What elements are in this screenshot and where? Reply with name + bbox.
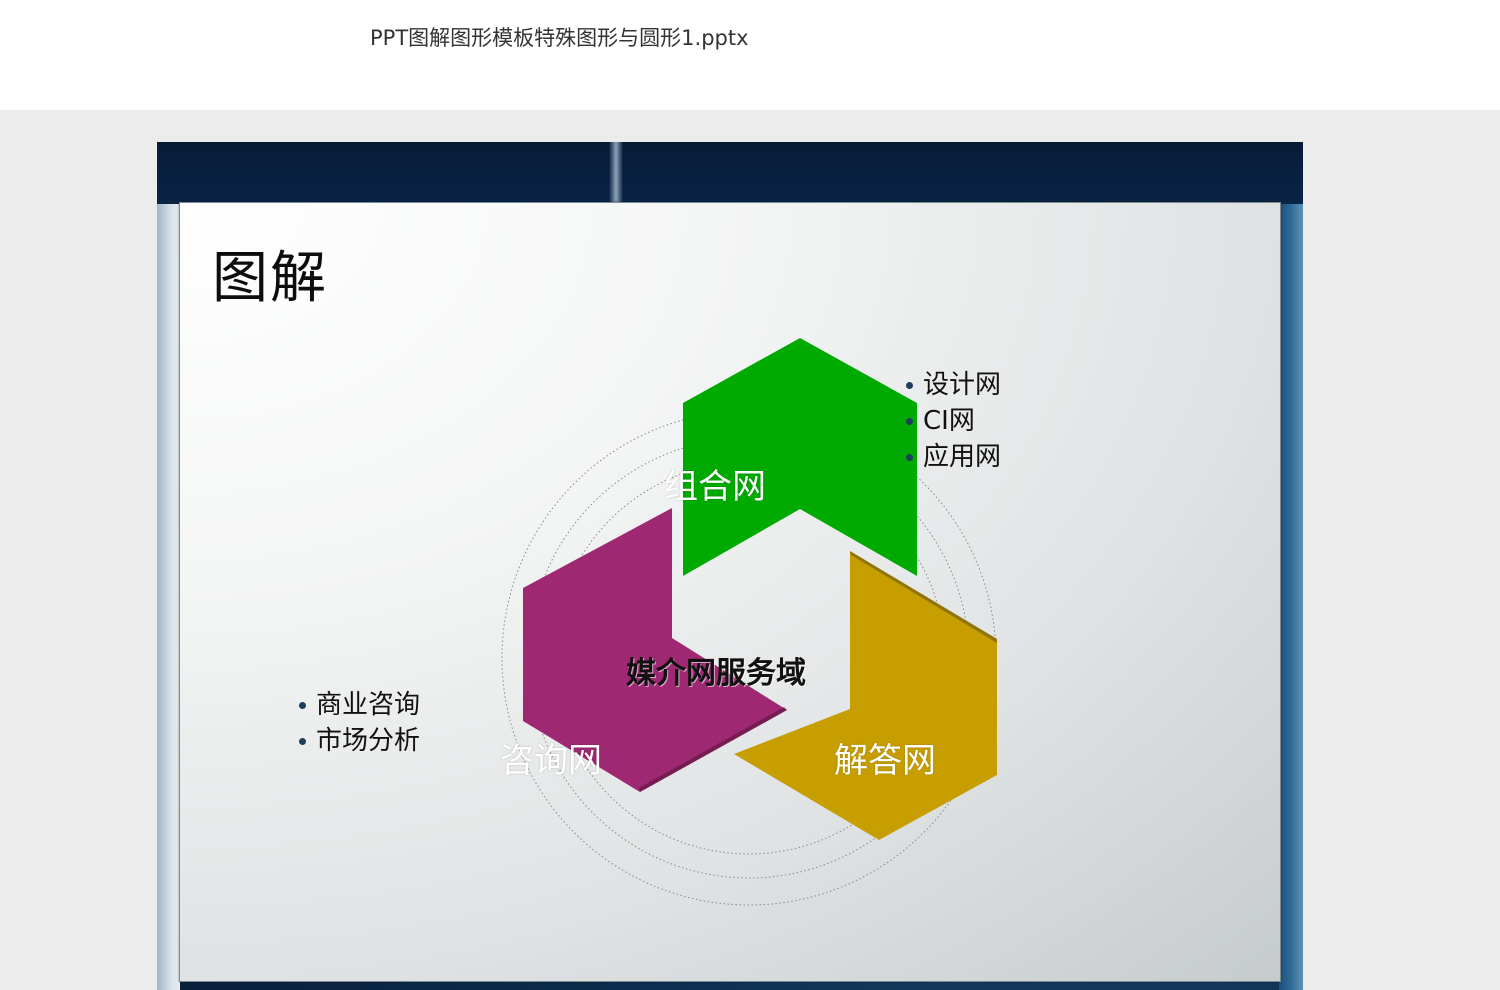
bullet-item: 市场分析	[299, 723, 420, 759]
center-label: 媒介网服务域	[626, 656, 806, 691]
slide-right-edge	[1279, 204, 1303, 990]
slide-top-band	[157, 142, 1303, 204]
segment-green	[683, 338, 917, 576]
segment-gold-label: 解答网	[834, 741, 936, 781]
light-streak	[609, 142, 623, 204]
bullet-dot	[299, 702, 306, 709]
bullet-dot	[906, 454, 913, 461]
segment-gold	[734, 551, 997, 840]
bullet-dot	[906, 418, 913, 425]
bullet-item: 应用网	[906, 439, 1001, 475]
segment-green-label: 组合网	[664, 467, 766, 507]
cycle-diagram	[501, 338, 997, 906]
content-panel: 图解 组合网 解答网 咨询网 媒介网服务域 设计网 CI网 应用网 商业咨询 市	[179, 202, 1281, 982]
bullet-dot	[299, 738, 306, 745]
bullet-item: 设计网	[906, 367, 1001, 403]
slide: 图解 组合网 解答网 咨询网 媒介网服务域 设计网 CI网 应用网 商业咨询 市	[157, 142, 1303, 990]
bullet-dot	[906, 382, 913, 389]
document-header: PPT图解图形模板特殊图形与圆形1.pptx	[0, 0, 1500, 110]
segment-magenta-label: 咨询网	[500, 741, 602, 781]
slide-left-edge	[157, 204, 180, 990]
bullet-item: 商业咨询	[299, 687, 420, 723]
bullet-item: CI网	[906, 403, 1001, 439]
right-bullet-list: 设计网 CI网 应用网	[906, 367, 1001, 475]
document-title: PPT图解图形模板特殊图形与圆形1.pptx	[370, 26, 749, 50]
left-bullet-list: 商业咨询 市场分析	[299, 687, 420, 759]
